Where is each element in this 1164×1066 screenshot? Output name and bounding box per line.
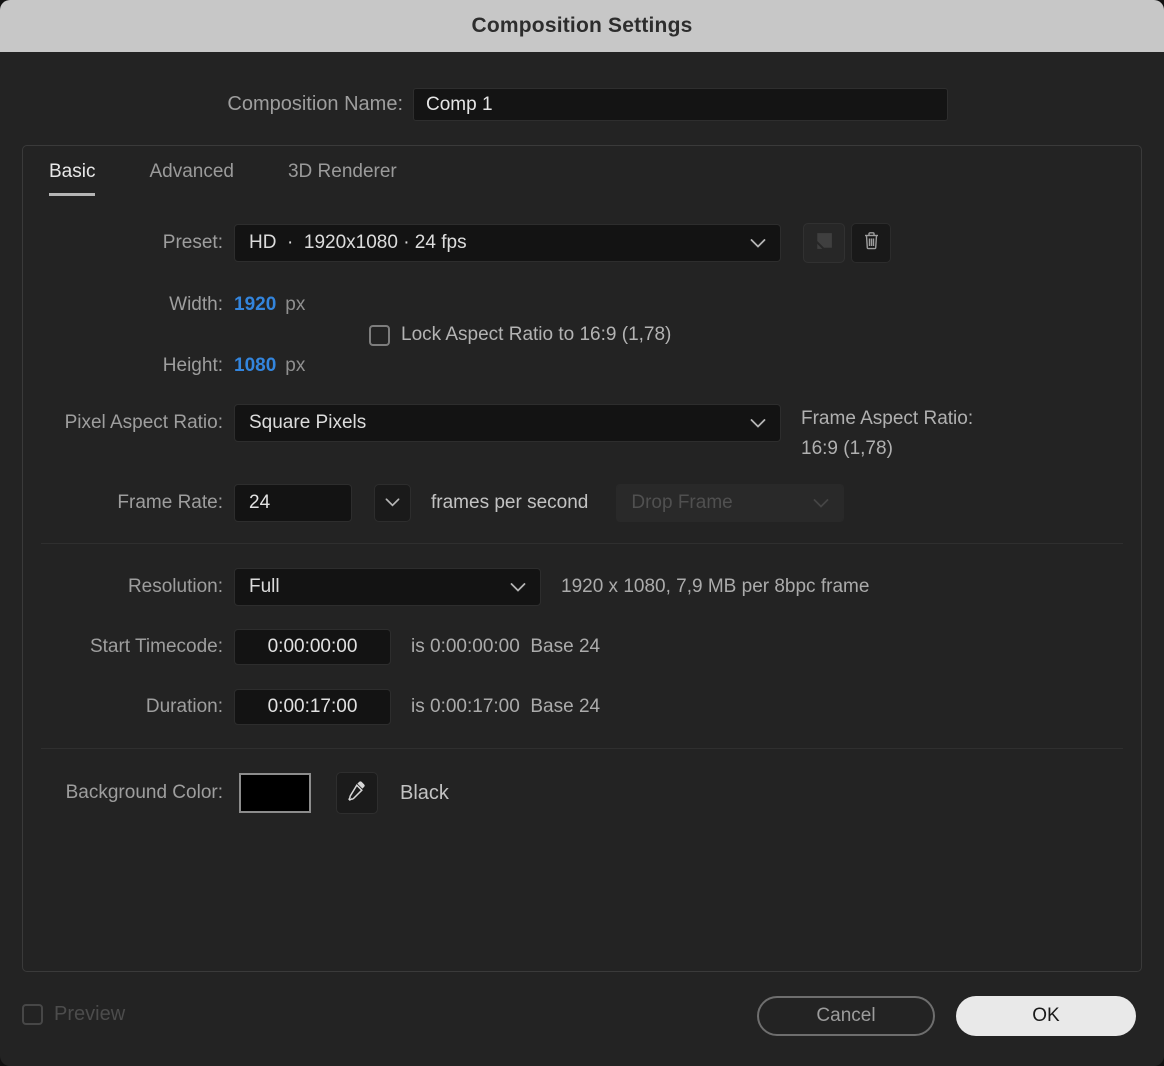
chevron-down-icon	[750, 238, 766, 248]
tab-basic[interactable]: Basic	[49, 161, 96, 196]
lock-aspect-checkbox[interactable]	[369, 324, 390, 346]
titlebar: Composition Settings	[0, 0, 1164, 52]
duration-value: 0:00:17:00	[267, 696, 358, 717]
resolution-row: Resolution: Full 1920 x 1080, 7,9 MB per…	[23, 568, 1141, 606]
preset-row: Preset: HD · 1920x1080 · 24 fps	[23, 223, 1141, 263]
width-unit: px	[285, 294, 306, 315]
start-timecode-value: 0:00:00:00	[267, 636, 358, 657]
chevron-down-icon	[510, 582, 526, 592]
chevron-down-icon	[750, 418, 766, 428]
height-label: Height:	[162, 355, 223, 376]
preview-row: Preview	[22, 1003, 125, 1026]
background-color-label: Background Color:	[65, 782, 223, 803]
trash-icon	[863, 231, 880, 255]
background-color-name: Black	[400, 781, 449, 804]
ok-button[interactable]: OK	[956, 996, 1136, 1036]
height-row: Height: 1080 px	[23, 352, 1141, 380]
resolution-dropdown[interactable]: Full	[234, 568, 541, 606]
lock-aspect-row: Lock Aspect Ratio to 16:9 (1,78)	[369, 323, 1141, 347]
duration-row: Duration: 0:00:17:00 is 0:00:17:00 Base …	[23, 689, 1141, 725]
dialog-title: Composition Settings	[471, 14, 693, 37]
height-unit: px	[285, 355, 306, 376]
width-label: Width:	[169, 294, 223, 315]
frame-aspect-ratio-block: Frame Aspect Ratio: 16:9 (1,78)	[801, 404, 973, 464]
pixel-aspect-ratio-label: Pixel Aspect Ratio:	[64, 412, 223, 433]
tab-advanced[interactable]: Advanced	[149, 161, 234, 196]
resolution-info: 1920 x 1080, 7,9 MB per 8bpc frame	[561, 576, 870, 597]
pixel-aspect-ratio-value: Square Pixels	[249, 412, 367, 433]
duration-label: Duration:	[145, 696, 223, 717]
eyedropper-icon	[347, 780, 367, 806]
width-value[interactable]: 1920	[234, 294, 276, 316]
duration-input[interactable]: 0:00:17:00	[234, 689, 391, 725]
cancel-button[interactable]: Cancel	[757, 996, 935, 1036]
height-value[interactable]: 1080	[234, 355, 276, 377]
drop-frame-value: Drop Frame	[631, 492, 733, 513]
frame-rate-value: 24	[249, 492, 271, 513]
resolution-value: Full	[249, 576, 280, 597]
divider	[41, 748, 1123, 749]
tab-3d-renderer[interactable]: 3D Renderer	[288, 161, 397, 196]
frame-rate-unit: frames per second	[431, 492, 589, 513]
chevron-down-icon	[813, 498, 829, 508]
frame-rate-row: Frame Rate: 24 frames per second Drop Fr…	[23, 484, 1141, 522]
preview-label: Preview	[54, 1003, 126, 1025]
divider	[41, 543, 1123, 544]
tab-bar: Basic Advanced 3D Renderer	[49, 161, 397, 196]
drop-frame-dropdown: Drop Frame	[616, 484, 845, 522]
start-timecode-info: is 0:00:00:00 Base 24	[411, 636, 601, 657]
pixel-aspect-ratio-row: Pixel Aspect Ratio: Square Pixels	[23, 404, 1141, 442]
preset-label: Preset:	[162, 232, 223, 253]
frame-rate-dropdown-button[interactable]	[374, 484, 411, 522]
start-timecode-label: Start Timecode:	[89, 636, 223, 657]
preset-dropdown[interactable]: HD · 1920x1080 · 24 fps	[234, 224, 781, 262]
composition-name-label: Composition Name:	[227, 93, 403, 115]
width-row: Width: 1920 px	[23, 291, 1141, 319]
resolution-label: Resolution:	[127, 576, 223, 597]
eyedropper-button[interactable]	[336, 772, 378, 814]
chevron-down-icon	[385, 494, 400, 512]
save-preset-icon	[815, 232, 833, 255]
duration-info: is 0:00:17:00 Base 24	[411, 696, 601, 717]
settings-panel: Basic Advanced 3D Renderer Preset: HD · …	[22, 145, 1142, 972]
background-color-swatch[interactable]	[239, 773, 311, 813]
start-timecode-input[interactable]: 0:00:00:00	[234, 629, 391, 665]
start-timecode-row: Start Timecode: 0:00:00:00 is 0:00:00:00…	[23, 629, 1141, 665]
pixel-aspect-ratio-dropdown[interactable]: Square Pixels	[234, 404, 781, 442]
frame-aspect-ratio-value: 16:9 (1,78)	[801, 438, 893, 459]
save-preset-button[interactable]	[803, 223, 845, 263]
composition-name-input[interactable]	[413, 88, 948, 121]
frame-rate-input[interactable]: 24	[234, 484, 352, 522]
background-color-row: Background Color: Black	[23, 771, 1141, 815]
preset-value: HD · 1920x1080 · 24 fps	[249, 232, 467, 253]
delete-preset-button[interactable]	[851, 223, 891, 263]
frame-aspect-ratio-label: Frame Aspect Ratio:	[801, 408, 974, 429]
composition-settings-dialog: Composition Settings Composition Name: B…	[0, 0, 1164, 1066]
lock-aspect-label: Lock Aspect Ratio to 16:9 (1,78)	[401, 324, 672, 345]
frame-rate-label: Frame Rate:	[117, 492, 223, 513]
preview-checkbox	[22, 1004, 43, 1025]
